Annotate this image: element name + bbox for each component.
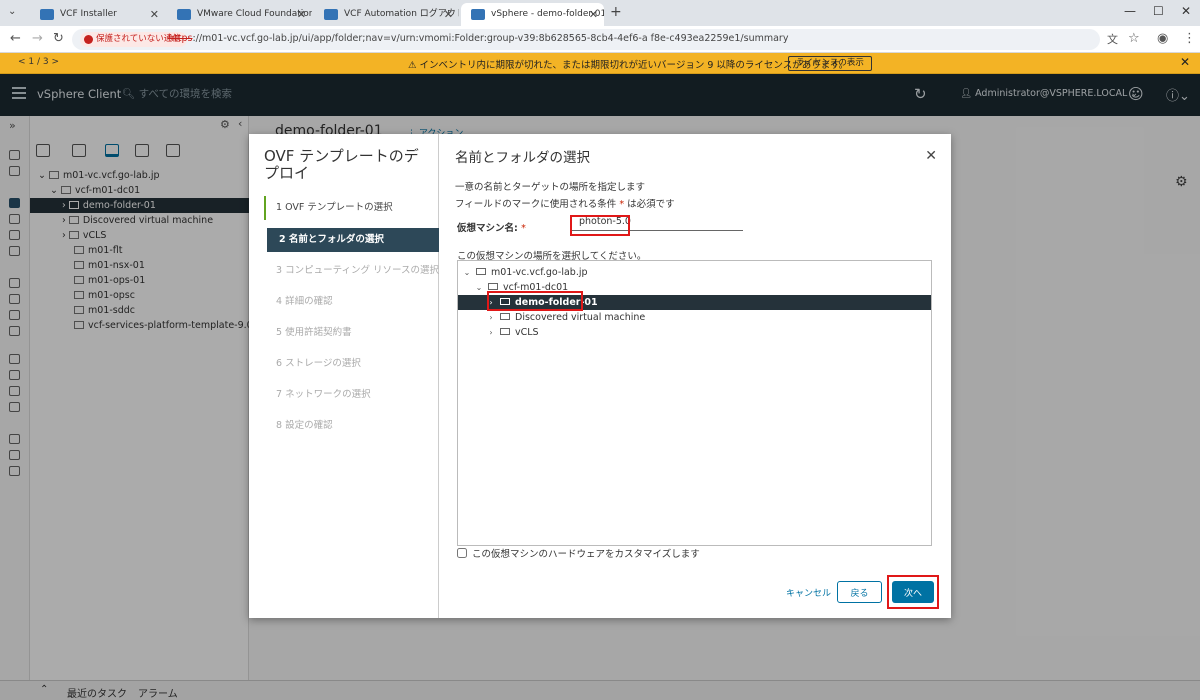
- url-scheme: https: [168, 33, 193, 44]
- maximize-window-icon[interactable]: ☐: [1153, 4, 1164, 18]
- vcenter-icon: [476, 268, 486, 275]
- step-4: 4 詳細の確認: [276, 296, 333, 307]
- expand-caret-icon[interactable]: ⌄: [462, 265, 472, 280]
- required-note-suffix: は必須です: [627, 199, 675, 210]
- tab-label: VCF Installer: [60, 9, 117, 19]
- step-1[interactable]: 1 OVF テンプレートの選択: [264, 196, 439, 220]
- license-warning-banner: < 1 / 3 > ⚠ インベントリ内に期限が切れた、または期限切れが近いバージ…: [0, 53, 1200, 74]
- url-path: ://m01-vc.vcf.go-lab.jp/ui/app/folder;na…: [192, 33, 789, 44]
- required-asterisk: *: [619, 199, 625, 210]
- close-tab-icon[interactable]: ✕: [150, 3, 159, 26]
- browser-tab-bar: ⌄ VCF Installer ✕ VMware Cloud Foundation…: [0, 0, 1200, 26]
- browser-tab-vcf-automation[interactable]: VCF Automation ログアウト ✕: [314, 3, 459, 26]
- customize-hardware-label: この仮想マシンのハードウェアをカスタマイズします: [472, 549, 700, 560]
- banner-pager[interactable]: < 1 / 3 >: [18, 57, 59, 67]
- expand-caret-icon[interactable]: ›: [486, 310, 496, 325]
- forward-arrow-icon[interactable]: →: [32, 31, 43, 46]
- deploy-ovf-wizard: OVF テンプレートのデプロイ 1 OVF テンプレートの選択 2 名前とフォル…: [249, 134, 951, 618]
- close-tab-icon[interactable]: ✕: [589, 3, 598, 26]
- step-2[interactable]: 2 名前とフォルダの選択: [267, 228, 439, 252]
- new-tab-icon[interactable]: +: [610, 4, 622, 20]
- wizard-pane: 名前とフォルダの選択 ✕ 一意の名前とターゲットの場所を指定します フィールドの…: [439, 134, 951, 618]
- vmware-favicon-icon: [324, 9, 338, 20]
- tab-label: vSphere - demo-folder-01 - サマ: [491, 9, 604, 19]
- datacenter-icon: [488, 283, 498, 290]
- next-button-highlight: [887, 575, 939, 609]
- close-tab-icon[interactable]: ✕: [444, 3, 453, 26]
- customize-hardware-checkbox[interactable]: [457, 548, 467, 558]
- location-item-label: vCLS: [515, 327, 539, 338]
- expand-caret-icon[interactable]: ›: [486, 325, 496, 340]
- banner-close-icon[interactable]: ✕: [1180, 55, 1190, 69]
- browser-tab-vcf-installer[interactable]: VCF Installer ✕: [30, 3, 165, 26]
- location-item-label: Discovered virtual machine: [515, 312, 646, 323]
- vm-name-highlight: [570, 215, 630, 236]
- vmware-favicon-icon: [177, 9, 191, 20]
- browser-menu-icon[interactable]: ⋮: [1183, 31, 1196, 46]
- url-field[interactable]: 保護されていない通信 https://m01-vc.vcf.go-lab.jp/…: [72, 29, 1100, 50]
- step-3: 3 コンピューティング リソースの選択: [276, 265, 440, 276]
- browser-tab-vcf-operations[interactable]: VMware Cloud Foundation Opera✕: [167, 3, 312, 26]
- tab-label: VMware Cloud Foundation Opera: [197, 9, 312, 19]
- close-tab-icon[interactable]: ✕: [297, 3, 306, 26]
- cancel-button[interactable]: キャンセル: [786, 586, 831, 599]
- browser-tab-vsphere[interactable]: vSphere - demo-folder-01 - サマ✕: [461, 3, 604, 26]
- customize-hardware-option[interactable]: この仮想マシンのハードウェアをカスタマイズします: [457, 546, 700, 560]
- expand-caret-icon[interactable]: ⌄: [474, 280, 484, 295]
- selected-folder-highlight: [487, 291, 583, 311]
- step-7: 7 ネットワークの選択: [276, 389, 371, 400]
- pane-title: 名前とフォルダの選択: [455, 150, 590, 166]
- location-item-label: m01-vc.vcf.go-lab.jp: [491, 267, 588, 278]
- translate-icon[interactable]: 文: [1107, 31, 1118, 47]
- step-8: 8 設定の確認: [276, 420, 333, 431]
- close-window-icon[interactable]: ✕: [1181, 4, 1191, 18]
- vmware-favicon-icon: [40, 9, 54, 20]
- minimize-window-icon[interactable]: —: [1124, 4, 1136, 18]
- tab-menu-icon[interactable]: ⌄: [8, 6, 16, 17]
- reload-icon[interactable]: ↻: [53, 31, 64, 46]
- url-text: https://m01-vc.vcf.go-lab.jp/ui/app/fold…: [168, 33, 788, 44]
- required-asterisk: *: [521, 223, 526, 234]
- required-note-text: フィールドのマークに使用される条件: [455, 199, 617, 210]
- step-5: 5 使用許諾契約書: [276, 327, 352, 338]
- location-item-vcenter[interactable]: ⌄ m01-vc.vcf.go-lab.jp: [458, 265, 931, 280]
- back-button[interactable]: 戻る: [837, 581, 882, 603]
- folder-icon: [500, 328, 510, 335]
- required-note: フィールドのマークに使用される条件 * は必須です: [455, 196, 675, 210]
- back-arrow-icon[interactable]: ←: [10, 31, 21, 46]
- profile-icon[interactable]: ◉: [1157, 31, 1168, 46]
- wizard-steps: OVF テンプレートのデプロイ 1 OVF テンプレートの選択 2 名前とフォル…: [249, 134, 439, 618]
- close-icon[interactable]: ✕: [925, 148, 937, 164]
- step-6: 6 ストレージの選択: [276, 358, 361, 369]
- location-item-vcls[interactable]: › vCLS: [458, 325, 931, 340]
- vmware-favicon-icon: [471, 9, 485, 20]
- tab-label: VCF Automation ログアウト: [344, 9, 459, 19]
- bookmark-star-icon[interactable]: ☆: [1128, 31, 1140, 46]
- folder-icon: [500, 313, 510, 320]
- vm-name-label: 仮想マシン名: *: [457, 220, 526, 234]
- location-item-discovered-vm[interactable]: › Discovered virtual machine: [458, 310, 931, 325]
- address-bar: ← → ↻ 保護されていない通信 https://m01-vc.vcf.go-l…: [0, 26, 1200, 53]
- vm-name-label-text: 仮想マシン名:: [457, 223, 518, 234]
- pane-description: 一意の名前とターゲットの場所を指定します: [455, 182, 646, 193]
- view-licenses-button[interactable]: ライセンスの表示: [788, 56, 872, 71]
- banner-message: ⚠ インベントリ内に期限が切れた、または期限切れが近いバージョン 9 以降のライ…: [408, 60, 849, 71]
- wizard-title: OVF テンプレートのデプロイ: [264, 147, 419, 182]
